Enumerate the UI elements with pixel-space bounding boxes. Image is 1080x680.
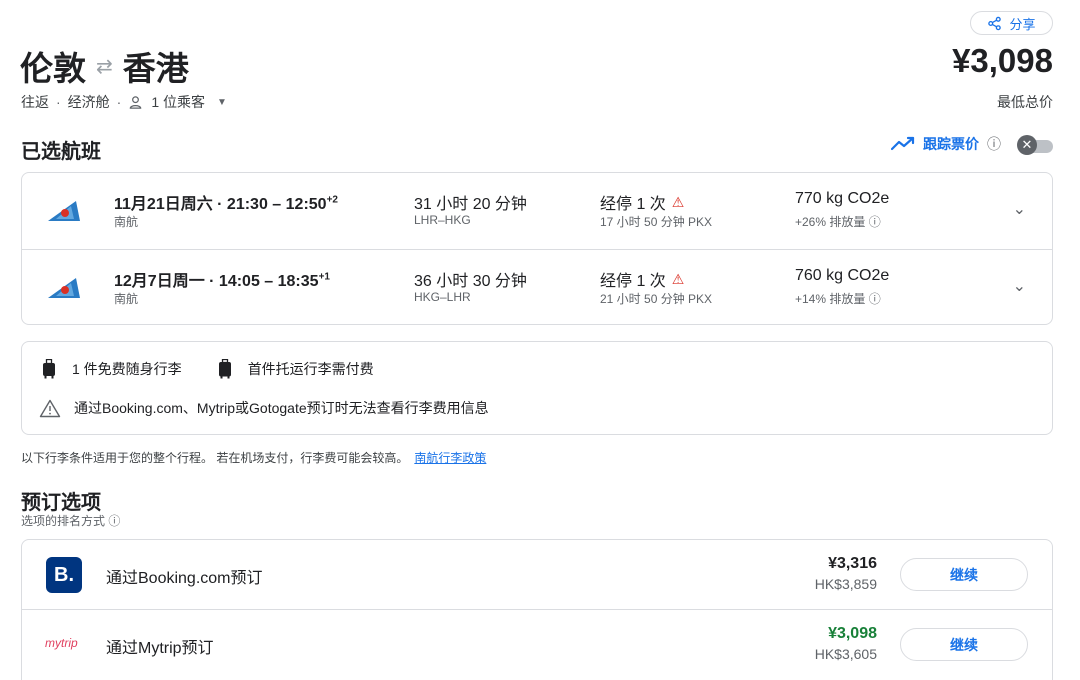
stops-text: 经停 1 次 — [600, 273, 666, 290]
booking-option-label: 通过Mytrip预订 — [106, 640, 214, 657]
emissions-diff: +14% 排放量 ⓘ — [795, 290, 881, 307]
booking-option-hk-price: HK$3,859 — [814, 576, 877, 592]
chevron-down-icon[interactable]: ⌄ — [1013, 276, 1026, 296]
trip-meta: 往返 · 经济舱 · 1 位乘客 ▼ — [21, 92, 227, 112]
layover-info: 21 小时 50 分钟 PKX — [600, 292, 713, 306]
flight-row-outbound[interactable]: 11月21日周六 · 21:30 – 12:50+2 南航 31 小时 20 分… — [22, 173, 1052, 249]
selected-flights-card: 11月21日周六 · 21:30 – 12:50+2 南航 31 小时 20 分… — [21, 172, 1053, 325]
total-price: ¥3,098 — [952, 42, 1053, 79]
baggage-warning-text: 通过Booking.com、Mytrip或Gotogate预订时无法查看行李费用… — [74, 400, 489, 416]
booking-option-hk-price: HK$3,605 — [814, 646, 877, 662]
cabin-class: 经济舱 — [67, 94, 110, 110]
selected-flights-title: 已选航班 — [21, 141, 101, 163]
baggage-allowance: 1 件免费随身行李 首件托运行李需付费 — [42, 359, 374, 379]
booking-option-label: 通过Booking.com预订 — [106, 570, 263, 587]
stops-text: 经停 1 次 — [600, 196, 666, 213]
chevron-down-icon[interactable]: ⌄ — [1013, 199, 1026, 219]
warning-icon: ⚠ — [671, 193, 685, 210]
day-offset: +1 — [318, 271, 330, 283]
carry-on-text: 1 件免费随身行李 — [72, 361, 182, 377]
booking-option-price: ¥3,098 — [828, 625, 877, 642]
flight-time: 12月7日周一 · 14:05 – 18:35+1 — [114, 267, 330, 291]
booking-option: mytrip 通过Mytrip预订 ¥3,098 HK$3,605 继续 — [22, 609, 1052, 678]
booking-com-logo: B. — [46, 557, 82, 593]
baggage-card: 1 件免费随身行李 首件托运行李需付费 通过Booking.com、Mytrip… — [21, 341, 1053, 435]
swap-arrows-icon: ⇄ — [96, 55, 113, 78]
flight-time: 11月21日周六 · 21:30 – 12:50+2 — [114, 190, 338, 214]
share-label: 分享 — [1009, 16, 1036, 32]
origin-city: 伦敦 — [20, 50, 86, 87]
warning-triangle-icon — [39, 399, 61, 417]
trip-type: 往返 — [21, 94, 49, 110]
airport-codes: LHR–HKG — [414, 213, 471, 227]
separator-dot: · — [116, 94, 122, 110]
flight-time-text: 11月21日周六 · 21:30 – 12:50 — [114, 196, 327, 213]
flight-row-return[interactable]: 12月7日周一 · 14:05 – 18:35+1 南航 36 小时 30 分钟… — [22, 249, 1052, 325]
china-southern-logo-icon — [48, 201, 80, 221]
china-southern-logo-icon — [48, 278, 80, 298]
baggage-policy-link[interactable]: 南航行李政策 — [414, 451, 486, 465]
baggage-note-text: 以下行李条件适用于您的整个行程。 若在机场支付，行李费可能会较高。 — [21, 451, 409, 465]
price-caption: 最低总价 — [997, 94, 1053, 110]
baggage-note: 以下行李条件适用于您的整个行程。 若在机场支付，行李费可能会较高。 南航行李政策 — [21, 449, 486, 466]
warning-icon: ⚠ — [671, 270, 685, 287]
info-icon: ⓘ — [108, 514, 121, 528]
share-icon — [988, 16, 1002, 30]
booking-option-price: ¥3,316 — [828, 555, 877, 572]
emissions-diff: +26% 排放量 ⓘ — [795, 213, 881, 230]
checked-bag-item: 首件托运行李需付费 — [218, 359, 374, 379]
share-button[interactable]: 分享 — [970, 11, 1053, 35]
passenger-selector[interactable]: 1 位乘客 ▼ — [128, 92, 227, 112]
stops: 经停 1 次 ⚠ — [600, 190, 684, 214]
destination-city: 香港 — [122, 50, 189, 87]
track-prices-toggle[interactable]: ✕ — [1017, 135, 1053, 155]
ranking-method-text: 选项的排名方式 — [21, 514, 106, 528]
person-icon — [130, 95, 142, 109]
airport-codes: HKG–LHR — [414, 290, 471, 304]
emissions-diff-text: +14% 排放量 — [795, 292, 866, 306]
carry-on-item: 1 件免费随身行李 — [42, 359, 182, 379]
continue-button[interactable]: 继续 — [900, 558, 1028, 591]
caret-down-icon: ▼ — [217, 96, 227, 108]
airline-name: 南航 — [114, 215, 139, 229]
price-tracking: 跟踪票价 ⓘ ✕ — [891, 134, 1053, 155]
info-icon[interactable]: ⓘ — [869, 292, 881, 306]
ranking-method[interactable]: 选项的排名方式 ⓘ — [21, 512, 120, 529]
day-offset: +2 — [326, 194, 338, 206]
airline-name: 南航 — [114, 292, 139, 306]
flight-duration: 31 小时 20 分钟 — [414, 196, 527, 213]
booking-options-list: B. 通过Booking.com预订 ¥3,316 HK$3,859 继续 my… — [21, 539, 1053, 680]
info-icon[interactable]: ⓘ — [869, 215, 881, 229]
route-title: 伦敦 ⇄ 香港 — [20, 42, 189, 90]
flight-duration: 36 小时 30 分钟 — [414, 273, 527, 290]
separator-dot: · — [56, 94, 61, 110]
info-icon[interactable]: ⓘ — [987, 134, 1001, 154]
continue-button[interactable]: 继续 — [900, 628, 1028, 661]
checked-bag-text: 首件托运行李需付费 — [247, 361, 374, 377]
co2-emissions: 770 kg CO2e — [795, 190, 890, 207]
booking-option: B. 通过Booking.com预订 ¥3,316 HK$3,859 继续 — [22, 540, 1052, 609]
flight-time-text: 12月7日周一 · 14:05 – 18:35 — [114, 273, 319, 290]
emissions-diff-text: +26% 排放量 — [795, 215, 866, 229]
track-prices-label[interactable]: 跟踪票价 — [923, 134, 979, 154]
trend-line-icon — [891, 135, 915, 153]
close-icon: ✕ — [1017, 135, 1037, 155]
mytrip-logo: mytrip — [45, 636, 78, 650]
co2-emissions: 760 kg CO2e — [795, 267, 890, 284]
layover-info: 17 小时 50 分钟 PKX — [600, 215, 713, 229]
checked-bag-icon — [218, 359, 231, 379]
baggage-warning: 通过Booking.com、Mytrip或Gotogate预订时无法查看行李费用… — [39, 398, 489, 418]
booking-options-title: 预订选项 — [21, 492, 101, 514]
passenger-count: 1 位乘客 — [151, 94, 206, 110]
stops: 经停 1 次 ⚠ — [600, 267, 684, 291]
carry-on-bag-icon — [43, 359, 55, 379]
